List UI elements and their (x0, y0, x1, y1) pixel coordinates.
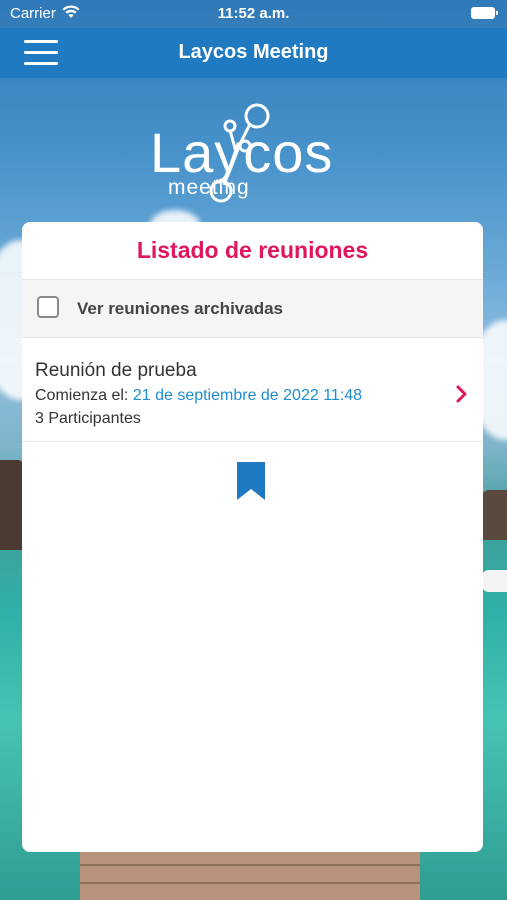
archived-label: Ver reuniones archivadas (77, 299, 283, 318)
logo-subtext: meeting (168, 176, 250, 199)
meeting-list-item[interactable]: Reunión de prueba Comienza el: 21 de sep… (22, 338, 483, 442)
laycos-logo: Laycos meeting (150, 100, 360, 210)
archived-checkbox[interactable] (37, 296, 59, 318)
card-title: Listado de reuniones (22, 222, 483, 280)
archived-toggle-row[interactable]: Ver reuniones archivadas (22, 280, 483, 338)
nav-title: Laycos Meeting (178, 41, 329, 63)
bookmark-icon[interactable] (237, 462, 265, 500)
meeting-name: Reunión de prueba (35, 360, 197, 381)
navigation-bar: Laycos Meeting (0, 28, 507, 78)
start-date: 21 de septiembre de 2022 11:48 (132, 387, 363, 404)
wooden-dock (80, 848, 420, 900)
start-label: Comienza el: (35, 387, 129, 404)
meeting-start: Comienza el: 21 de septiembre de 2022 11… (35, 387, 362, 405)
battery-icon (471, 7, 498, 19)
status-time: 11:52 a.m. (217, 5, 290, 22)
status-bar: Carrier 11:52 a.m. (0, 0, 507, 28)
chevron-right-icon[interactable] (455, 384, 469, 404)
meeting-participants: 3 Participantes (35, 410, 141, 427)
meetings-card: Listado de reuniones Ver reuniones archi… (22, 222, 483, 852)
